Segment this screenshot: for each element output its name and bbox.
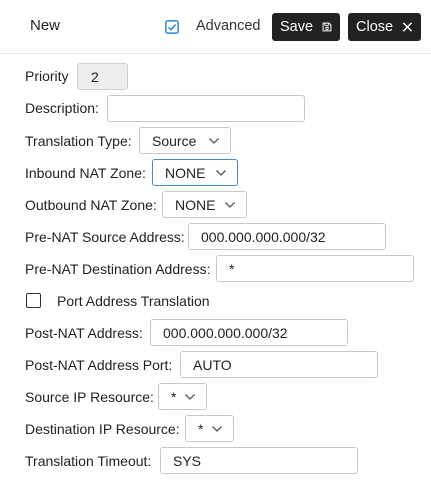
port-address-translation-checkbox[interactable] <box>26 293 41 308</box>
translation-timeout-label: Translation Timeout: <box>25 453 152 469</box>
save-button-label: Save <box>280 19 314 35</box>
port-address-translation-label[interactable]: Port Address Translation <box>57 293 210 309</box>
chevron-down-icon <box>209 137 219 144</box>
source-ip-resource-value: * <box>171 388 177 405</box>
advanced-checkbox[interactable] <box>165 20 179 34</box>
pre-nat-destination-value: * <box>229 260 235 277</box>
dialog-title: New <box>30 17 61 34</box>
destination-ip-resource-label: Destination IP Resource: <box>25 421 180 437</box>
post-nat-address-port-input[interactable]: AUTO <box>180 351 378 378</box>
translation-timeout-value: SYS <box>173 452 202 469</box>
translation-type-select[interactable]: Source <box>139 127 231 154</box>
pre-nat-source-input[interactable]: 000.000.000.000/32 <box>188 223 386 250</box>
checkbox-checked-icon <box>165 20 179 34</box>
dialog-header: New Advanced Save Close <box>0 0 431 54</box>
post-nat-address-port-label: Post-NAT Address Port: <box>25 357 173 373</box>
outbound-nat-zone-label: Outbound NAT Zone: <box>25 197 157 213</box>
source-ip-resource-select[interactable]: * <box>158 383 207 410</box>
outbound-nat-zone-select[interactable]: NONE <box>162 191 247 218</box>
chevron-down-icon <box>212 425 222 432</box>
inbound-nat-zone-select[interactable]: NONE <box>152 159 238 186</box>
priority-label: Priority <box>25 68 69 84</box>
advanced-label[interactable]: Advanced <box>196 18 261 34</box>
outbound-nat-zone-value: NONE <box>175 196 216 213</box>
priority-value: 2 <box>91 68 99 85</box>
translation-type-label: Translation Type: <box>25 133 132 149</box>
chevron-down-icon <box>185 393 195 400</box>
post-nat-address-input[interactable]: 000.000.000.000/32 <box>150 319 348 346</box>
destination-ip-resource-value: * <box>198 420 204 437</box>
close-icon <box>402 22 413 32</box>
save-icon <box>322 22 332 32</box>
inbound-nat-zone-label: Inbound NAT Zone: <box>25 165 146 181</box>
chevron-down-icon <box>216 169 226 176</box>
pre-nat-source-value: 000.000.000.000/32 <box>201 228 326 245</box>
pre-nat-destination-input[interactable]: * <box>216 255 414 282</box>
priority-field: 2 <box>77 63 128 90</box>
pre-nat-destination-label: Pre-NAT Destination Address: <box>25 261 211 277</box>
description-label: Description: <box>25 100 99 116</box>
post-nat-address-port-value: AUTO <box>193 356 232 373</box>
translation-type-value: Source <box>152 132 197 149</box>
chevron-down-icon <box>225 201 235 208</box>
inbound-nat-zone-value: NONE <box>165 164 206 181</box>
pre-nat-source-label: Pre-NAT Source Address: <box>25 229 185 245</box>
close-button-label: Close <box>356 19 394 35</box>
destination-ip-resource-select[interactable]: * <box>185 415 234 442</box>
post-nat-address-label: Post-NAT Address: <box>25 325 143 341</box>
close-button[interactable]: Close <box>348 13 421 41</box>
description-input[interactable] <box>107 95 305 122</box>
source-ip-resource-label: Source IP Resource: <box>25 389 154 405</box>
post-nat-address-value: 000.000.000.000/32 <box>163 324 288 341</box>
save-button[interactable]: Save <box>272 13 340 41</box>
translation-timeout-input[interactable]: SYS <box>160 447 358 474</box>
